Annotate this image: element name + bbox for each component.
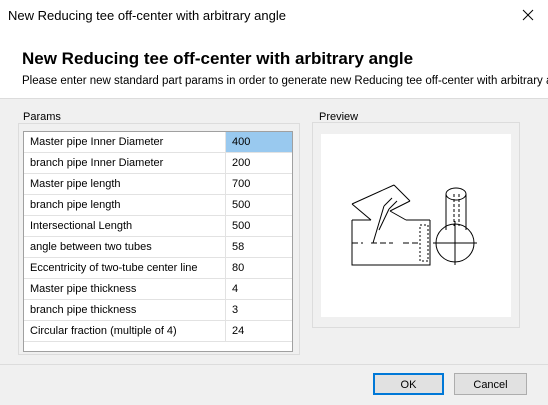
param-row[interactable]: Intersectional Length 500 — [24, 216, 292, 237]
param-row[interactable]: Master pipe thickness 4 — [24, 279, 292, 300]
param-row[interactable]: Circular fraction (multiple of 4) 24 — [24, 321, 292, 342]
param-name: angle between two tubes — [24, 237, 226, 257]
param-value[interactable]: 58 — [226, 237, 292, 257]
param-row[interactable]: branch pipe Inner Diameter 200 — [24, 153, 292, 174]
param-name: branch pipe thickness — [24, 300, 226, 320]
param-value[interactable]: 400 — [226, 132, 292, 152]
ok-button[interactable]: OK — [373, 373, 444, 395]
params-grid[interactable]: Master pipe Inner Diameter 400 branch pi… — [23, 131, 293, 352]
close-icon[interactable] — [516, 4, 540, 26]
param-value[interactable]: 4 — [226, 279, 292, 299]
param-value[interactable]: 3 — [226, 300, 292, 320]
param-name: Circular fraction (multiple of 4) — [24, 321, 226, 341]
param-row[interactable]: branch pipe thickness 3 — [24, 300, 292, 321]
param-value[interactable]: 200 — [226, 153, 292, 173]
param-value[interactable]: 500 — [226, 195, 292, 215]
tee-drawing — [351, 184, 477, 266]
param-name: Master pipe thickness — [24, 279, 226, 299]
params-group-label: Params — [23, 111, 61, 123]
param-name: Master pipe length — [24, 174, 226, 194]
param-value[interactable]: 500 — [226, 216, 292, 236]
param-name: branch pipe Inner Diameter — [24, 153, 226, 173]
param-row[interactable]: Master pipe Inner Diameter 400 — [24, 132, 292, 153]
dialog-header: New Reducing tee off-center with arbitra… — [0, 32, 548, 98]
dialog-heading: New Reducing tee off-center with arbitra… — [22, 49, 414, 68]
param-name: Master pipe Inner Diameter — [24, 132, 226, 152]
cancel-button[interactable]: Cancel — [454, 373, 527, 395]
param-name: Intersectional Length — [24, 216, 226, 236]
param-row[interactable]: angle between two tubes 58 — [24, 237, 292, 258]
param-name: branch pipe length — [24, 195, 226, 215]
param-value[interactable]: 24 — [226, 321, 292, 341]
param-name: Eccentricity of two-tube center line — [24, 258, 226, 278]
param-row[interactable]: branch pipe length 500 — [24, 195, 292, 216]
title-bar: New Reducing tee off-center with arbitra… — [0, 0, 548, 32]
dialog-description: Please enter new standard part params in… — [22, 75, 548, 87]
param-row[interactable]: Eccentricity of two-tube center line 80 — [24, 258, 292, 279]
param-value[interactable]: 80 — [226, 258, 292, 278]
param-value[interactable]: 700 — [226, 174, 292, 194]
param-row[interactable]: Master pipe length 700 — [24, 174, 292, 195]
preview-canvas — [321, 134, 511, 317]
window-title: New Reducing tee off-center with arbitra… — [8, 8, 286, 23]
